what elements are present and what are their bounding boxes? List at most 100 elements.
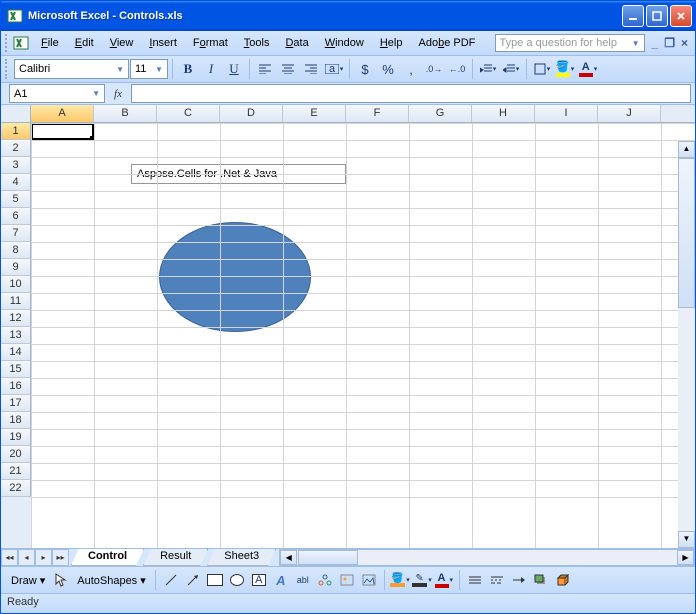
oval-shape[interactable] (159, 222, 311, 332)
sheet-tab[interactable]: Control (71, 549, 144, 566)
column-header[interactable]: E (283, 105, 346, 122)
shadow-button[interactable] (531, 569, 551, 591)
row-header[interactable]: 15 (1, 361, 31, 378)
line-color-button[interactable]: ✎ (412, 569, 432, 591)
column-header[interactable]: B (94, 105, 157, 122)
menu-window[interactable]: Window (317, 34, 372, 52)
menu-insert[interactable]: Insert (141, 34, 185, 52)
bold-button[interactable]: B (177, 58, 199, 80)
row-header[interactable]: 18 (1, 412, 31, 429)
sheet-tab[interactable]: Result (143, 549, 208, 566)
percent-button[interactable]: % (377, 58, 399, 80)
scroll-right-button[interactable]: ▶ (677, 550, 694, 565)
row-header[interactable]: 1 (1, 123, 31, 140)
column-header[interactable]: J (598, 105, 661, 122)
column-header[interactable]: A (31, 105, 94, 122)
menu-data[interactable]: Data (277, 34, 316, 52)
arrow-button[interactable] (183, 569, 203, 591)
insert-control-button[interactable]: abl (293, 569, 313, 591)
font-size-select[interactable]: 11▼ (130, 59, 168, 79)
line-style-button[interactable] (465, 569, 485, 591)
doc-icon[interactable] (13, 35, 29, 51)
borders-button[interactable] (531, 58, 553, 80)
row-header[interactable]: 14 (1, 344, 31, 361)
italic-button[interactable]: I (200, 58, 222, 80)
tab-nav-button[interactable]: ▸▸ (52, 549, 69, 566)
wordart-button[interactable]: A (271, 569, 291, 591)
column-header[interactable]: H (472, 105, 535, 122)
textbox-button[interactable]: A (249, 569, 269, 591)
row-header[interactable]: 5 (1, 191, 31, 208)
column-header[interactable]: I (535, 105, 598, 122)
scroll-left-button[interactable]: ◀ (280, 550, 297, 565)
row-header[interactable]: 13 (1, 327, 31, 344)
menu-format[interactable]: Format (185, 34, 236, 52)
align-right-button[interactable] (300, 58, 322, 80)
row-header[interactable]: 4 (1, 174, 31, 191)
decrease-indent-button[interactable] (477, 58, 499, 80)
row-header[interactable]: 11 (1, 293, 31, 310)
merge-center-button[interactable]: a (323, 58, 345, 80)
scroll-thumb[interactable] (298, 550, 358, 565)
row-header[interactable]: 3 (1, 157, 31, 174)
3d-button[interactable] (553, 569, 573, 591)
menu-tools[interactable]: Tools (236, 34, 278, 52)
dash-style-button[interactable] (487, 569, 507, 591)
column-header[interactable]: C (157, 105, 220, 122)
menu-file[interactable]: File (33, 34, 67, 52)
font-color-button[interactable]: A (577, 58, 599, 80)
row-header[interactable]: 19 (1, 429, 31, 446)
horizontal-scrollbar[interactable]: ◀ ▶ (279, 549, 695, 566)
row-header[interactable]: 20 (1, 446, 31, 463)
column-header[interactable]: G (409, 105, 472, 122)
clipart-button[interactable] (337, 569, 357, 591)
oval-button[interactable] (227, 569, 247, 591)
row-header[interactable]: 8 (1, 242, 31, 259)
currency-button[interactable]: $ (354, 58, 376, 80)
fx-button[interactable]: fx (107, 88, 129, 100)
increase-indent-button[interactable] (500, 58, 522, 80)
fill-color-button[interactable]: 🪣 (554, 58, 576, 80)
picture-button[interactable] (359, 569, 379, 591)
mdi-close[interactable]: × (678, 36, 691, 50)
menu-help[interactable]: Help (372, 34, 411, 52)
row-header[interactable]: 16 (1, 378, 31, 395)
row-header[interactable]: 2 (1, 140, 31, 157)
toolbar-grip[interactable] (5, 34, 11, 52)
close-button[interactable] (670, 5, 692, 27)
row-header[interactable]: 6 (1, 208, 31, 225)
name-box[interactable]: A1▼ (9, 84, 105, 103)
minimize-button[interactable] (622, 5, 644, 27)
formula-bar[interactable] (131, 84, 691, 103)
decrease-decimal-button[interactable]: ←.0 (446, 58, 468, 80)
comma-button[interactable]: , (400, 58, 422, 80)
row-header[interactable]: 7 (1, 225, 31, 242)
menu-edit[interactable]: Edit (67, 34, 102, 52)
select-objects-button[interactable] (51, 569, 71, 591)
align-left-button[interactable] (254, 58, 276, 80)
tab-nav-button[interactable]: ◂ (18, 549, 35, 566)
scroll-thumb[interactable] (678, 158, 695, 308)
column-header[interactable]: D (220, 105, 283, 122)
select-all-corner[interactable] (1, 105, 31, 122)
row-header[interactable]: 17 (1, 395, 31, 412)
cells-area[interactable]: Aspose.Cells for .Net & Java (31, 123, 695, 548)
row-header[interactable]: 21 (1, 463, 31, 480)
autoshapes-menu[interactable]: AutoShapes ▾ (73, 574, 150, 587)
row-header[interactable]: 9 (1, 259, 31, 276)
sheet-tab[interactable]: Sheet3 (207, 549, 276, 566)
align-center-button[interactable] (277, 58, 299, 80)
menu-view[interactable]: View (102, 34, 142, 52)
row-header[interactable]: 12 (1, 310, 31, 327)
draw-menu[interactable]: Draw ▾ (7, 574, 49, 587)
underline-button[interactable]: U (223, 58, 245, 80)
row-header[interactable]: 22 (1, 480, 31, 497)
font-color-draw-button[interactable]: A (434, 569, 454, 591)
font-name-select[interactable]: Calibri▼ (14, 59, 129, 79)
row-header[interactable]: 10 (1, 276, 31, 293)
rectangle-button[interactable] (205, 569, 225, 591)
diagram-button[interactable] (315, 569, 335, 591)
arrow-style-button[interactable] (509, 569, 529, 591)
scroll-up-button[interactable]: ▲ (678, 141, 695, 158)
tab-nav-button[interactable]: ▸ (35, 549, 52, 566)
